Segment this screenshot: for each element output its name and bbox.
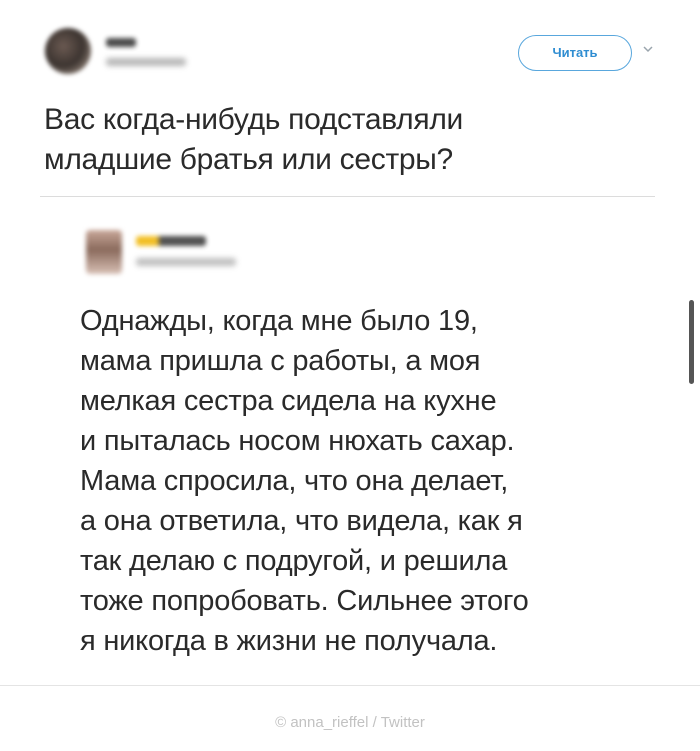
reply-author-avatar[interactable] xyxy=(86,230,122,274)
scrollbar[interactable] xyxy=(689,300,694,384)
author-avatar[interactable] xyxy=(45,28,91,74)
reply-line: Мама спросила, что она делает, xyxy=(80,465,509,497)
author-handle-redacted xyxy=(106,58,186,66)
reply-author-handle-redacted xyxy=(136,258,236,266)
tweet-line: Вас когда-нибудь подставляли xyxy=(44,103,463,136)
reply-text: Однажды, когда мне было 19, мама пришла … xyxy=(80,301,670,661)
reply-line: тоже попробовать. Сильнее этого xyxy=(80,585,529,617)
reply-line: так делаю с подругой, и решила xyxy=(80,545,508,577)
source-credit: © anna_rieffel / Twitter xyxy=(275,714,425,731)
chevron-down-icon-svg xyxy=(643,46,653,53)
reply-line: Однажды, когда мне было 19, xyxy=(80,305,478,337)
author-name-redacted xyxy=(106,38,136,47)
reply-author-name-redacted xyxy=(136,236,206,246)
chevron-down-icon[interactable] xyxy=(640,42,656,58)
reply-line: мама пришла с работы, а моя xyxy=(80,345,481,377)
divider xyxy=(40,196,655,197)
reply-line: а она ответила, что видела, как я xyxy=(80,505,523,537)
follow-button[interactable]: Читать xyxy=(518,35,632,71)
tweet-line: младшие братья или сестры? xyxy=(44,143,453,176)
tweet-card: Читать Вас когда-нибудь подставляли млад… xyxy=(0,0,700,686)
tweet-text: Вас когда-нибудь подставляли младшие бра… xyxy=(44,100,654,180)
reply-line: и пыталась носом нюхать сахар. xyxy=(80,425,515,457)
reply-line: я никогда в жизни не получала. xyxy=(80,625,498,657)
reply-line: мелкая сестра сидела на кухне xyxy=(80,385,497,417)
